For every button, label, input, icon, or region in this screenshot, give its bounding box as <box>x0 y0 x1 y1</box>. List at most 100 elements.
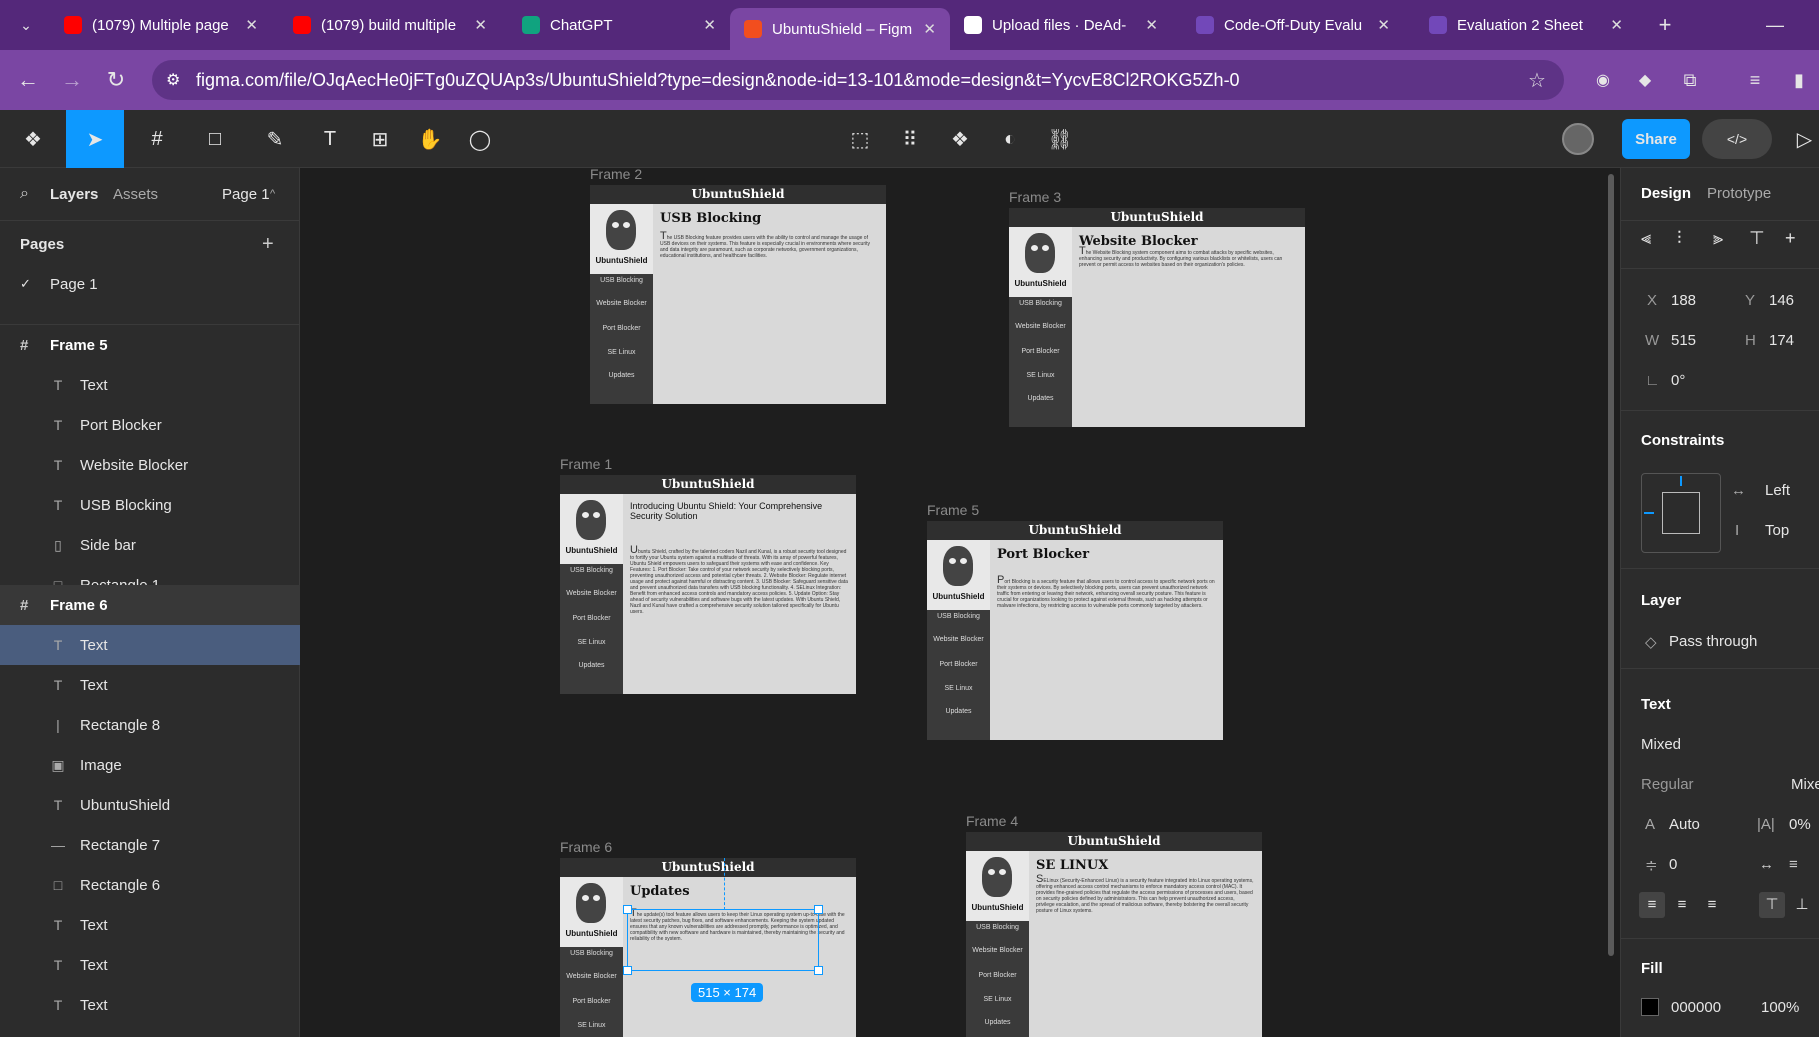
layer-item[interactable]: ▯ Side bar <box>0 525 300 565</box>
fill-hex-input[interactable]: 000000 <box>1671 999 1721 1016</box>
y-input[interactable]: 146 <box>1769 292 1794 309</box>
fill-opacity-input[interactable]: 100% <box>1761 999 1799 1016</box>
extension-icon[interactable]: ◉ <box>1588 60 1618 100</box>
present-icon[interactable]: ▷ <box>1790 110 1819 168</box>
align-top-icon[interactable]: ⊤ <box>1749 228 1765 249</box>
main-menu-icon[interactable]: ❖ <box>10 110 56 168</box>
text-settings-icon[interactable]: ≡ <box>1789 856 1798 873</box>
paragraph-spacing-input[interactable]: 0 <box>1669 856 1677 873</box>
height-input[interactable]: 174 <box>1769 332 1794 349</box>
font-weight-select[interactable]: Regular <box>1641 776 1694 793</box>
browser-tab[interactable]: Code-Off-Duty Evalu ✕ <box>1182 8 1404 42</box>
browser-tab[interactable]: Upload files · DeAd- ✕ <box>950 8 1172 42</box>
new-tab-button[interactable]: + <box>1650 8 1680 42</box>
minimize-icon[interactable]: — <box>1760 8 1790 42</box>
layer-item[interactable]: T USB Blocking <box>0 485 300 525</box>
bookmark-star-icon[interactable]: ☆ <box>1522 60 1552 100</box>
add-page-icon[interactable]: + <box>262 233 274 256</box>
dev-mode-toggle[interactable]: </> <box>1702 119 1772 159</box>
x-input[interactable]: 188 <box>1671 292 1696 309</box>
browser-tab[interactable]: ChatGPT ✕ <box>508 8 730 42</box>
layer-item[interactable]: T Port Blocker <box>0 405 300 445</box>
align-right-icon[interactable]: ⫸ <box>1713 228 1723 249</box>
align-middle-icon[interactable]: + <box>1785 228 1796 249</box>
layer-item[interactable]: T Text <box>0 625 300 665</box>
side-panel-icon[interactable]: ▮ <box>1784 60 1814 100</box>
vertical-scrollbar[interactable] <box>1608 174 1614 956</box>
rotation-input[interactable]: 0° <box>1671 372 1685 389</box>
reload-icon[interactable]: ↻ <box>100 50 132 110</box>
design-frame[interactable]: UbuntuShield UbuntuShield USB Blocking Webs… <box>1009 208 1305 427</box>
comment-tool-icon[interactable]: ◯ <box>462 110 498 168</box>
layer-item[interactable]: | Rectangle 8 <box>0 705 300 745</box>
search-icon[interactable]: ⌕ <box>20 185 29 203</box>
align-text-left-icon[interactable]: ≡ <box>1639 892 1665 918</box>
close-tab-icon[interactable]: ✕ <box>703 16 716 34</box>
tab-design[interactable]: Design <box>1641 185 1691 202</box>
font-size-input[interactable]: Mixe <box>1791 776 1819 793</box>
selection-box[interactable] <box>627 909 819 971</box>
link-icon[interactable]: ⛓ <box>1042 110 1078 168</box>
vertical-constraint-select[interactable]: Top <box>1765 522 1789 539</box>
layer-frame-5[interactable]: # Frame 5 <box>0 325 300 365</box>
layer-item[interactable]: T Text <box>0 365 300 405</box>
avatar[interactable] <box>1552 110 1604 168</box>
align-left-icon[interactable]: ⫷ <box>1641 228 1651 249</box>
close-tab-icon[interactable]: ✕ <box>1610 16 1623 34</box>
frame-label[interactable]: Frame 1 <box>560 456 612 472</box>
width-input[interactable]: 515 <box>1671 332 1696 349</box>
layer-item[interactable]: T Text <box>0 945 300 985</box>
align-text-center-icon[interactable]: ≡ <box>1669 892 1695 918</box>
move-tool-icon[interactable]: ➤ <box>66 110 124 168</box>
frame-label[interactable]: Frame 5 <box>927 502 979 518</box>
resize-frame-icon[interactable]: ⬚ <box>842 110 878 168</box>
resources-icon[interactable]: ⊞ <box>362 110 398 168</box>
design-frame[interactable]: UbuntuShield UbuntuShield USB Blocking Webs… <box>590 185 886 404</box>
extensions-puzzle-icon[interactable]: ⧉ <box>1675 60 1705 100</box>
page-item[interactable]: ✓ Page 1 <box>0 264 300 304</box>
tab-search-icon[interactable]: ⌄ <box>10 8 42 42</box>
mask-icon[interactable]: ◐ <box>992 110 1028 168</box>
layer-item[interactable]: T Text <box>0 665 300 705</box>
component-icon[interactable]: ❖ <box>942 110 978 168</box>
layer-item[interactable]: T Website Blocker <box>0 445 300 485</box>
frame-tool-icon[interactable]: # <box>134 110 180 168</box>
design-canvas[interactable]: Frame 2 UbuntuShield UbuntuShield USB Block… <box>300 168 1620 1037</box>
resize-handle[interactable] <box>814 905 823 914</box>
pen-tool-icon[interactable]: ✎ <box>252 110 298 168</box>
close-tab-icon[interactable]: ✕ <box>474 16 487 34</box>
close-tab-icon[interactable]: ✕ <box>1377 16 1390 34</box>
resize-icon[interactable]: ↔ <box>1759 856 1774 873</box>
back-icon[interactable]: ← <box>12 50 44 110</box>
close-tab-icon[interactable]: ✕ <box>923 20 936 38</box>
page-selector[interactable]: Page 1 <box>222 186 270 203</box>
line-height-input[interactable]: Auto <box>1669 816 1700 833</box>
layer-item[interactable]: □ Rectangle 6 <box>0 865 300 905</box>
design-frame[interactable]: UbuntuShield UbuntuShield USB Blocking Webs… <box>966 832 1262 1037</box>
close-tab-icon[interactable]: ✕ <box>245 16 258 34</box>
resize-handle[interactable] <box>623 966 632 975</box>
layer-frame-6[interactable]: # Frame 6 <box>0 585 300 625</box>
browser-tab[interactable]: (1079) build multiple ✕ <box>279 8 501 42</box>
align-text-top-icon[interactable]: ⊤ <box>1759 892 1785 918</box>
rectangle-tool-icon[interactable]: □ <box>192 110 238 168</box>
close-tab-icon[interactable]: ✕ <box>1145 16 1158 34</box>
share-button[interactable]: Share <box>1622 119 1690 159</box>
design-frame[interactable]: UbuntuShield UbuntuShield USB Blocking Webs… <box>560 475 856 694</box>
design-frame[interactable]: UbuntuShield UbuntuShield USB Blocking Webs… <box>927 521 1223 740</box>
frame-label[interactable]: Frame 3 <box>1009 189 1061 205</box>
align-center-icon[interactable]: ⫶ <box>1677 228 1682 249</box>
font-family-select[interactable]: Mixed <box>1641 736 1681 753</box>
layer-item[interactable]: T UbuntuShield <box>0 785 300 825</box>
browser-tab[interactable]: (1079) Multiple page ✕ <box>50 8 272 42</box>
tab-layers[interactable]: Layers <box>50 186 98 203</box>
fill-swatch[interactable] <box>1641 998 1659 1016</box>
resize-handle[interactable] <box>623 905 632 914</box>
frame-label[interactable]: Frame 6 <box>560 839 612 855</box>
constraints-widget[interactable] <box>1641 473 1721 553</box>
layer-item[interactable]: T Text <box>0 985 300 1025</box>
extension-icon[interactable]: ◆ <box>1630 60 1660 100</box>
text-tool-icon[interactable]: T <box>312 110 348 168</box>
blend-mode-select[interactable]: Pass through <box>1669 633 1757 650</box>
url-input[interactable]: ⚙ figma.com/file/OJqAecHe0jFTg0uZQUAp3s/… <box>152 60 1564 100</box>
